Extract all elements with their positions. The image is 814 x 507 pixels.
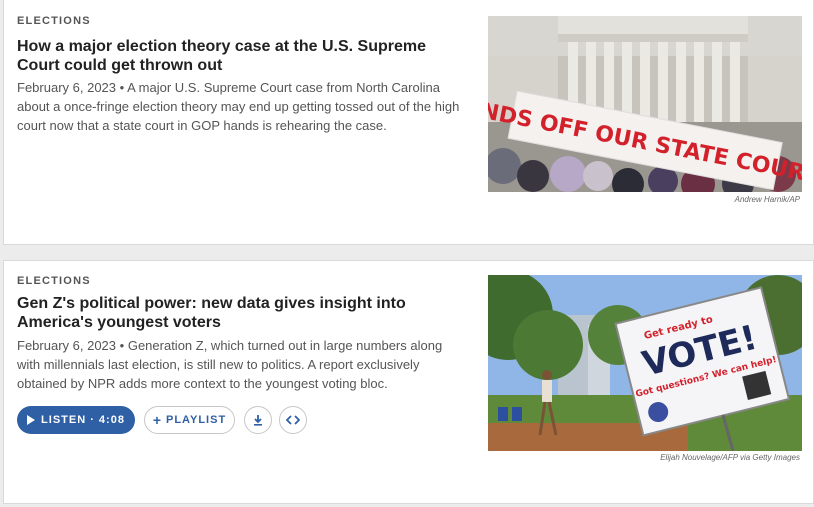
- photo-credit: Elijah Nouvelage/AFP via Getty Images: [660, 453, 800, 462]
- embed-button[interactable]: [279, 406, 307, 434]
- story-title[interactable]: How a major election theory case at the …: [17, 37, 467, 75]
- story-photo[interactable]: HANDS OFF OUR STATE COURTS!: [488, 16, 802, 192]
- vote-sign-photo: Get ready to VOTE! Got questions? We can…: [488, 275, 802, 451]
- add-to-playlist-button[interactable]: + PLAYLIST: [144, 406, 235, 434]
- bullet-separator: •: [119, 80, 125, 95]
- story-teaser: February 6, 2023 • A major U.S. Supreme …: [17, 78, 462, 135]
- play-icon: [27, 415, 36, 425]
- plus-icon: +: [152, 412, 162, 428]
- story-date: February 6, 2023: [17, 338, 117, 353]
- listen-button[interactable]: LISTEN · 4:08: [17, 406, 135, 434]
- bullet-separator: •: [119, 338, 125, 353]
- story-title[interactable]: Gen Z's political power: new data gives …: [17, 294, 467, 332]
- story-card: ELECTIONS Gen Z's political power: new d…: [3, 260, 814, 504]
- playlist-label: PLAYLIST: [166, 414, 227, 426]
- embed-code-icon: [286, 415, 300, 425]
- supreme-court-photo: HANDS OFF OUR STATE COURTS!: [488, 16, 802, 192]
- story-slug[interactable]: ELECTIONS: [17, 275, 91, 287]
- download-button[interactable]: [244, 406, 272, 434]
- story-date: February 6, 2023: [17, 80, 117, 95]
- story-card: ELECTIONS How a major election theory ca…: [3, 0, 814, 245]
- story-slug[interactable]: ELECTIONS: [17, 15, 91, 27]
- photo-credit: Andrew Harnik/AP: [734, 195, 800, 204]
- listen-label: LISTEN · 4:08: [41, 414, 125, 426]
- story-photo[interactable]: Get ready to VOTE! Got questions? We can…: [488, 275, 802, 451]
- download-icon: [254, 415, 262, 426]
- story-teaser: February 6, 2023 • Generation Z, which t…: [17, 336, 462, 393]
